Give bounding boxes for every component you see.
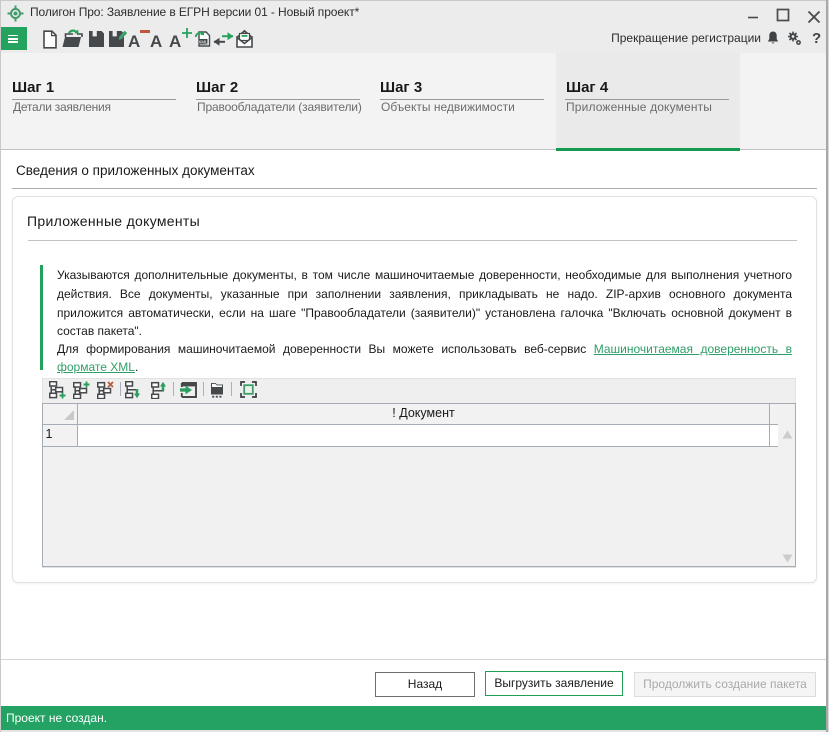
svg-text:XML: XML: [198, 40, 208, 45]
